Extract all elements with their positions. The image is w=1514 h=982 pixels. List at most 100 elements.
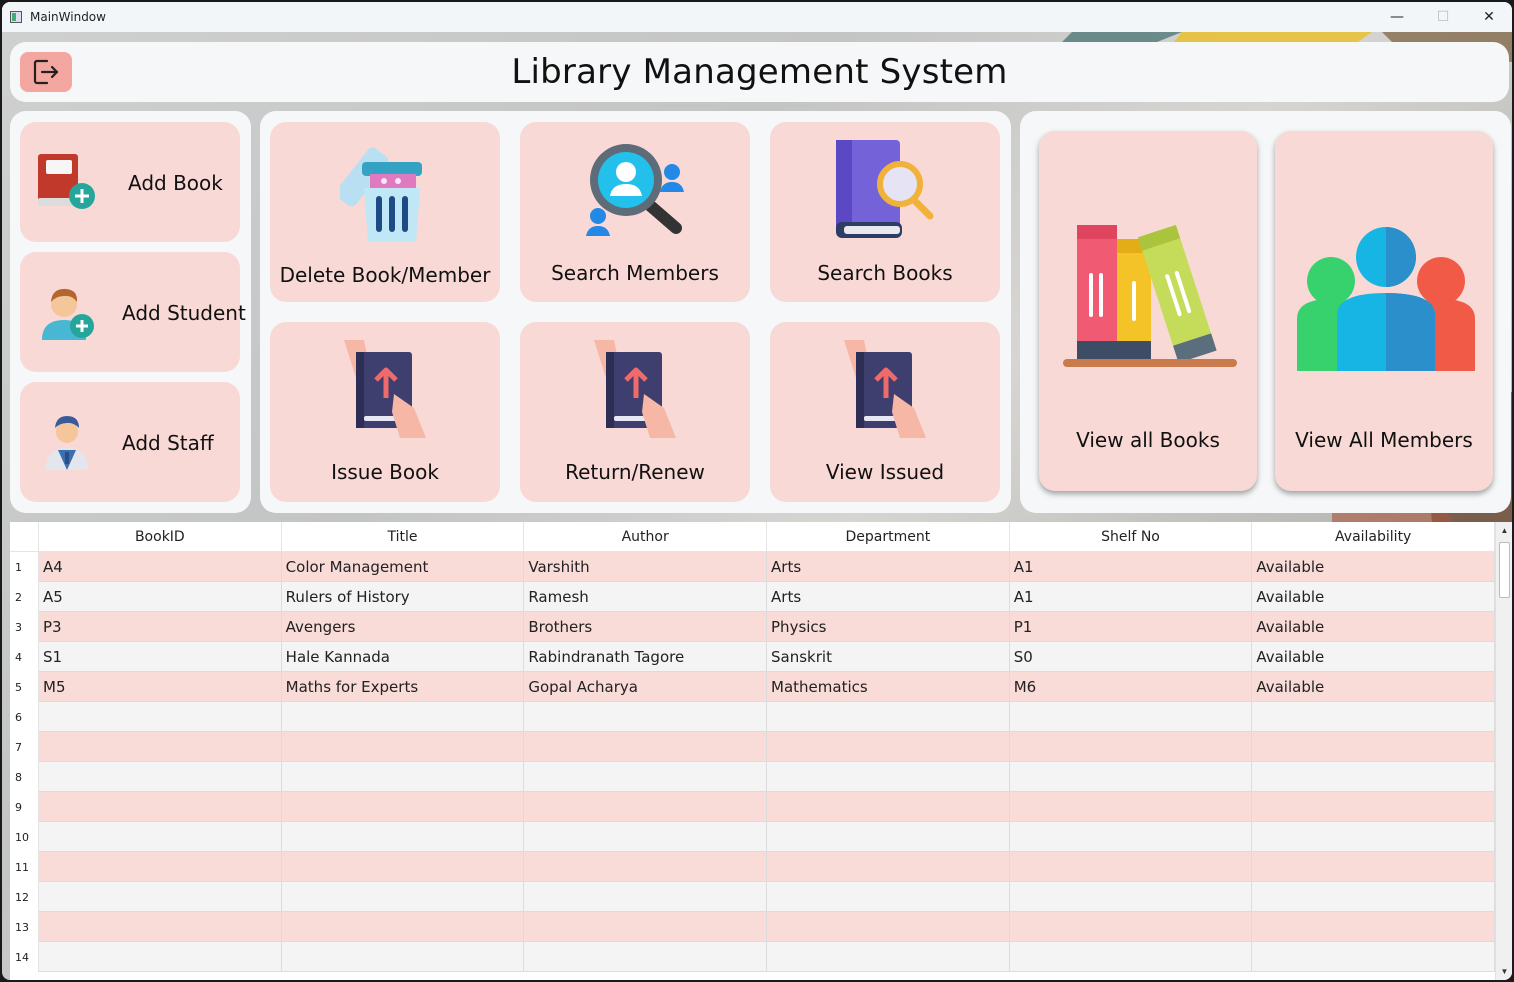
delete-book-member-button[interactable]: Delete Book/Member <box>270 122 500 302</box>
table-cell[interactable] <box>767 882 1010 912</box>
table-cell[interactable] <box>281 702 525 732</box>
table-cell[interactable]: Available <box>1252 552 1496 582</box>
table-cell[interactable]: Color Management <box>281 552 525 582</box>
row-number[interactable]: 12 <box>10 882 39 912</box>
vertical-scrollbar[interactable]: ▲ ▼ <box>1495 522 1512 980</box>
table-cell[interactable] <box>281 822 525 852</box>
table-cell[interactable]: Arts <box>767 582 1010 612</box>
table-cell[interactable] <box>39 852 282 882</box>
table-cell[interactable]: Sanskrit <box>767 642 1010 672</box>
table-cell[interactable] <box>524 912 768 942</box>
table-cell[interactable] <box>39 732 282 762</box>
row-number[interactable]: 10 <box>10 822 39 852</box>
table-cell[interactable] <box>524 792 768 822</box>
table-cell[interactable] <box>1009 732 1253 762</box>
table-cell[interactable]: M5 <box>39 672 282 702</box>
view-all-members-button[interactable]: View All Members <box>1275 131 1493 491</box>
table-cell[interactable]: Rulers of History <box>281 582 525 612</box>
table-cell[interactable] <box>281 852 525 882</box>
table-cell[interactable] <box>524 702 768 732</box>
table-cell[interactable] <box>524 822 768 852</box>
table-row[interactable]: 5 M5 Maths for Experts Gopal Acharya Mathema… <box>10 672 1496 702</box>
table-row[interactable]: 8 <box>10 762 1496 792</box>
maximize-button[interactable]: ☐ <box>1420 2 1466 32</box>
table-cell[interactable] <box>1009 852 1253 882</box>
table-cell[interactable]: Available <box>1252 582 1496 612</box>
table-cell[interactable] <box>39 912 282 942</box>
table-cell[interactable] <box>767 822 1010 852</box>
table-row[interactable]: 12 <box>10 882 1496 912</box>
table-cell[interactable]: Available <box>1252 612 1496 642</box>
table-cell[interactable] <box>524 882 768 912</box>
table-cell[interactable]: A1 <box>1009 552 1253 582</box>
search-members-button[interactable]: Search Members <box>520 122 750 302</box>
table-cell[interactable]: Physics <box>767 612 1010 642</box>
row-number[interactable]: 11 <box>10 852 39 882</box>
table-cell[interactable] <box>1252 792 1496 822</box>
row-number[interactable]: 2 <box>10 582 39 612</box>
table-cell[interactable] <box>1252 702 1496 732</box>
view-issued-button[interactable]: View Issued <box>770 322 1000 502</box>
table-cell[interactable] <box>39 792 282 822</box>
table-cell[interactable] <box>281 792 525 822</box>
table-row[interactable]: 11 <box>10 852 1496 882</box>
table-row[interactable]: 4 S1 Hale Kannada Rabindranath Tagore Sanskr… <box>10 642 1496 672</box>
column-header-department[interactable]: Department <box>767 522 1010 552</box>
row-number[interactable]: 6 <box>10 702 39 732</box>
table-cell[interactable] <box>1009 912 1253 942</box>
table-cell[interactable] <box>1252 822 1496 852</box>
table-cell[interactable] <box>767 942 1010 972</box>
scrollbar-thumb[interactable] <box>1499 542 1510 598</box>
table-cell[interactable] <box>767 852 1010 882</box>
table-cell[interactable] <box>524 852 768 882</box>
row-number[interactable]: 7 <box>10 732 39 762</box>
add-book-button[interactable]: Add Book <box>20 122 240 242</box>
table-cell[interactable] <box>767 732 1010 762</box>
table-cell[interactable] <box>767 762 1010 792</box>
table-cell[interactable]: Brothers <box>524 612 768 642</box>
table-cell[interactable] <box>281 942 525 972</box>
table-cell[interactable] <box>1252 762 1496 792</box>
table-cell[interactable]: Arts <box>767 552 1010 582</box>
table-cell[interactable]: A5 <box>39 582 282 612</box>
table-cell[interactable]: Maths for Experts <box>281 672 525 702</box>
column-header-shelf-no[interactable]: Shelf No <box>1009 522 1253 552</box>
table-cell[interactable]: Ramesh <box>524 582 768 612</box>
table-cell[interactable]: P1 <box>1009 612 1253 642</box>
table-cell[interactable]: P3 <box>39 612 282 642</box>
table-cell[interactable] <box>1252 942 1496 972</box>
minimize-button[interactable]: — <box>1374 2 1420 32</box>
table-cell[interactable] <box>1009 942 1253 972</box>
table-cell[interactable] <box>1009 702 1253 732</box>
column-header-title[interactable]: Title <box>281 522 525 552</box>
row-number[interactable]: 9 <box>10 792 39 822</box>
table-cell[interactable] <box>39 762 282 792</box>
table-cell[interactable] <box>1009 882 1253 912</box>
view-all-books-button[interactable]: View all Books <box>1039 131 1257 491</box>
table-row[interactable]: 9 <box>10 792 1496 822</box>
table-row[interactable]: 13 <box>10 912 1496 942</box>
table-row[interactable]: 6 <box>10 702 1496 732</box>
table-cell[interactable] <box>1009 822 1253 852</box>
table-cell[interactable]: S0 <box>1009 642 1253 672</box>
table-cell[interactable] <box>39 882 282 912</box>
table-cell[interactable] <box>39 702 282 732</box>
column-header-availability[interactable]: Availability <box>1252 522 1496 552</box>
table-cell[interactable] <box>281 732 525 762</box>
table-row[interactable]: 1 A4 Color Management Varshith Arts A1 Availab… <box>10 552 1496 582</box>
table-cell[interactable]: Mathematics <box>767 672 1010 702</box>
table-cell[interactable] <box>524 762 768 792</box>
table-cell[interactable] <box>767 912 1010 942</box>
row-number[interactable]: 1 <box>10 552 39 582</box>
table-cell[interactable]: Avengers <box>281 612 525 642</box>
scroll-down-arrow-icon[interactable]: ▼ <box>1496 963 1512 980</box>
table-cell[interactable]: Gopal Acharya <box>524 672 768 702</box>
table-cell[interactable]: Varshith <box>524 552 768 582</box>
table-row[interactable]: 3 P3 Avengers Brothers Physics P1 Available <box>10 612 1496 642</box>
table-cell[interactable]: A4 <box>39 552 282 582</box>
scroll-up-arrow-icon[interactable]: ▲ <box>1496 522 1512 539</box>
table-cell[interactable]: Hale Kannada <box>281 642 525 672</box>
table-row[interactable]: 2 A5 Rulers of History Ramesh Arts A1 Availabl… <box>10 582 1496 612</box>
table-cell[interactable] <box>39 942 282 972</box>
table-cell[interactable] <box>1009 792 1253 822</box>
